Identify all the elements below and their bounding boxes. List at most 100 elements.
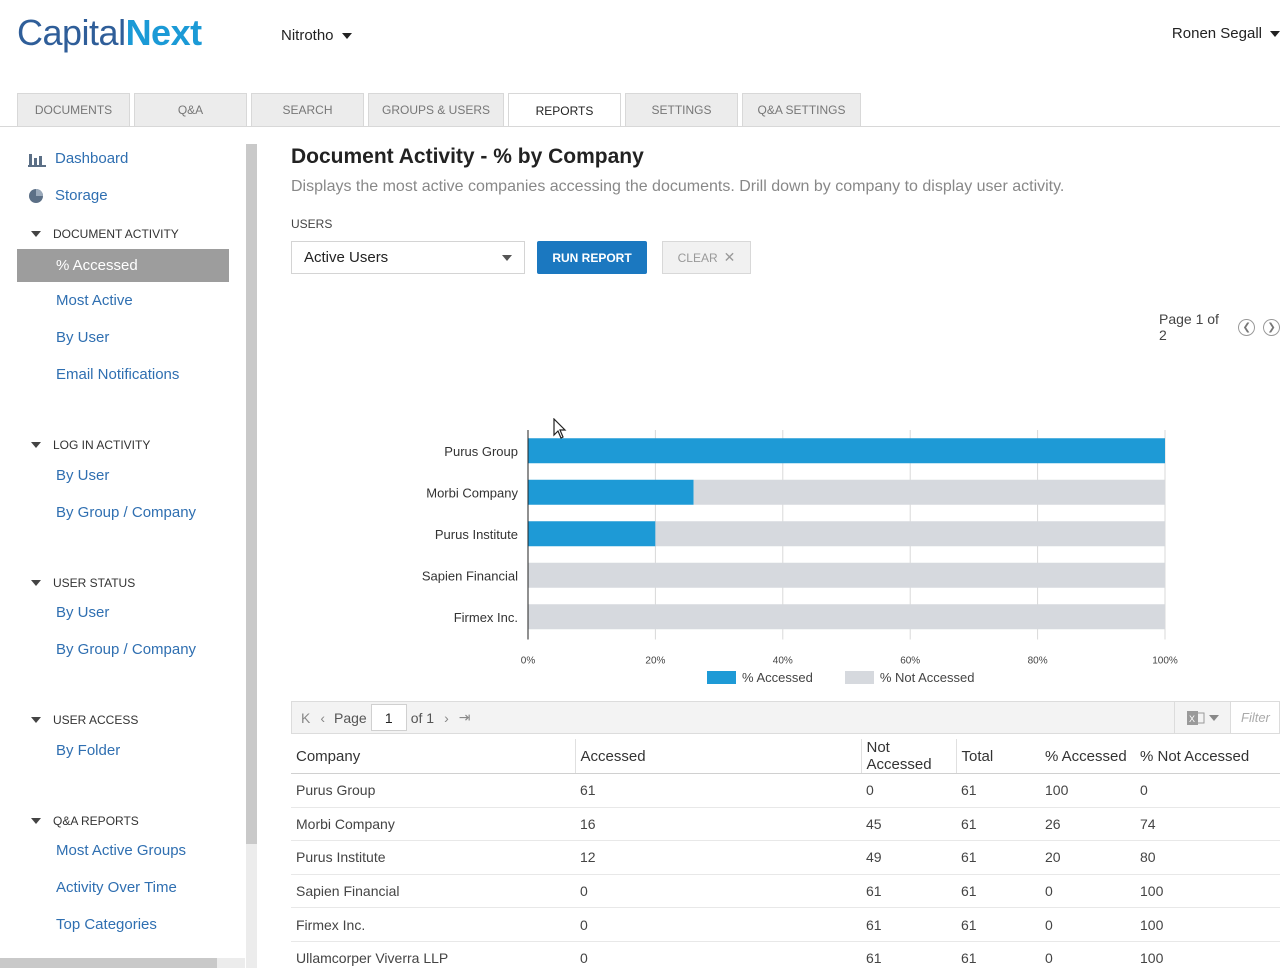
logo-text-capital: Capital — [17, 12, 126, 53]
sidebar-item-email-notifications[interactable]: Email Notifications — [56, 366, 179, 383]
run-report-button[interactable]: RUN REPORT — [537, 241, 647, 274]
table-cell: 61 — [956, 807, 1040, 842]
bar-accessed — [528, 521, 656, 547]
column-header-total[interactable]: Total — [955, 739, 1040, 774]
sidebar-item-top-categories[interactable]: Top Categories — [56, 916, 157, 933]
user-name: Ronen Segall — [1171, 25, 1262, 42]
chevron-down-icon — [1270, 30, 1280, 37]
table-row[interactable]: Purus Group 61 0 61 100 0 — [291, 773, 1280, 808]
column-header-accessed[interactable]: Accessed — [574, 739, 861, 774]
capitalnext-logo[interactable]: CapitalNext — [17, 12, 202, 54]
section-user-status[interactable]: USER STATUS — [31, 576, 135, 590]
section-label: DOCUMENT ACTIVITY — [53, 227, 179, 241]
sidebar-item-most-active-groups[interactable]: Most Active Groups — [56, 842, 186, 859]
tab-groups-users[interactable]: GROUPS & USERS — [368, 93, 504, 126]
table-cell: 100 — [1135, 907, 1280, 942]
tab-search[interactable]: SEARCH — [251, 93, 364, 126]
prev-page-icon[interactable]: ‹ — [320, 710, 325, 726]
section-label: USER ACCESS — [53, 713, 139, 727]
table-row[interactable]: Morbi Company 16 45 61 26 74 — [291, 807, 1280, 842]
user-menu[interactable]: Ronen Segall — [1172, 25, 1280, 42]
first-page-icon[interactable]: K — [301, 710, 310, 726]
scrollbar-thumb[interactable] — [246, 144, 257, 844]
sidebar-item-percent-accessed[interactable]: % Accessed — [17, 249, 229, 282]
table-cell: 61 — [861, 874, 956, 909]
table-cell: 20 — [1040, 840, 1135, 875]
sidebar-item-status-by-user[interactable]: By User — [56, 604, 109, 621]
section-label: LOG IN ACTIVITY — [53, 438, 151, 452]
table-cell: 0 — [575, 874, 861, 909]
sidebar-horizontal-scrollbar[interactable] — [0, 958, 245, 968]
filter-input[interactable]: Filter — [1230, 701, 1280, 734]
users-select[interactable]: Active Users — [291, 241, 525, 274]
column-header-percent-accessed[interactable]: % Accessed — [1040, 739, 1135, 774]
column-header-percent-not-accessed[interactable]: % Not Accessed — [1135, 739, 1280, 774]
table-cell: 61 — [956, 874, 1040, 909]
legend-label: % Not Accessed — [879, 670, 975, 685]
section-user-access[interactable]: USER ACCESS — [31, 713, 138, 727]
table-cell: 0 — [1040, 907, 1135, 942]
sidebar-item-status-by-group[interactable]: By Group / Company — [56, 641, 196, 658]
tab-settings[interactable]: SETTINGS — [625, 93, 738, 126]
table-row[interactable]: Sapien Financial 0 61 61 0 100 — [291, 874, 1280, 909]
svg-text:X: X — [1189, 714, 1195, 724]
last-page-icon[interactable]: ⇥ — [459, 709, 471, 726]
excel-icon: X — [1186, 710, 1204, 725]
next-page-icon[interactable]: › — [444, 710, 449, 726]
column-header-not-accessed[interactable]: Not Accessed — [860, 739, 956, 774]
legend-swatch-accessed — [707, 671, 736, 684]
grid-toolbar: K ‹ Page 1 of 1 › ⇥ X Filter — [291, 701, 1280, 734]
sidebar-item-dashboard[interactable]: Dashboard — [28, 150, 128, 167]
tab-qa[interactable]: Q&A — [134, 93, 247, 126]
sidebar-vertical-scrollbar[interactable] — [246, 144, 257, 968]
sidebar-item-doc-by-user[interactable]: By User — [56, 329, 109, 346]
table-cell: 74 — [1135, 807, 1280, 842]
page-label: Page — [334, 709, 367, 726]
table-cell: 49 — [861, 840, 956, 875]
sidebar-item-login-by-group[interactable]: By Group / Company — [56, 504, 196, 521]
page-number-input[interactable]: 1 — [370, 704, 407, 731]
legend-swatch-not-accessed — [844, 671, 874, 684]
section-document-activity[interactable]: DOCUMENT ACTIVITY — [31, 227, 179, 241]
section-login-activity[interactable]: LOG IN ACTIVITY — [31, 438, 150, 452]
table-row[interactable]: Firmex Inc. 0 61 61 0 100 — [291, 907, 1280, 942]
prev-page-icon[interactable]: ❮ — [1238, 318, 1256, 336]
table-cell: Purus Group — [291, 773, 575, 808]
category-label: Purus Group — [444, 444, 518, 459]
legend-item-not-accessed[interactable]: % Not Accessed — [844, 670, 975, 685]
tab-documents[interactable]: DOCUMENTS — [17, 93, 130, 126]
report-table: Company Accessed Not Accessed Total % Ac… — [291, 739, 1280, 968]
bar-accessed — [528, 438, 1165, 464]
scrollbar-thumb[interactable] — [0, 958, 217, 968]
tab-reports[interactable]: REPORTS — [508, 93, 621, 127]
section-qa-reports[interactable]: Q&A REPORTS — [31, 814, 139, 828]
export-excel-button[interactable]: X — [1174, 701, 1230, 734]
legend-item-accessed[interactable]: % Accessed — [707, 670, 813, 685]
x-tick-label: 40% — [773, 656, 793, 666]
table-cell: 61 — [956, 773, 1040, 808]
x-tick-label: 80% — [1028, 656, 1048, 666]
table-cell: 61 — [861, 907, 956, 942]
tab-qa-settings[interactable]: Q&A SETTINGS — [742, 93, 861, 126]
category-label: Morbi Company — [426, 485, 518, 500]
chart-pager: Page 1 of 2 ❮ ❯ — [1159, 311, 1280, 343]
x-tick-label: 0% — [521, 656, 536, 666]
workspace-selector[interactable]: Nitrotho — [281, 27, 352, 44]
next-page-icon[interactable]: ❯ — [1263, 318, 1280, 336]
sidebar-item-login-by-user[interactable]: By User — [56, 467, 109, 484]
sidebar-item-label: Storage — [55, 187, 108, 204]
table-cell: 45 — [861, 807, 956, 842]
table-cell: 61 — [861, 941, 956, 968]
sidebar-item-most-active[interactable]: Most Active — [56, 292, 133, 309]
table-cell: 0 — [1040, 941, 1135, 968]
sidebar-item-activity-over-time[interactable]: Activity Over Time — [56, 879, 177, 896]
sidebar-item-storage[interactable]: Storage — [28, 187, 108, 204]
table-row[interactable]: Ullamcorper Viverra LLP 0 61 61 0 100 — [291, 941, 1280, 968]
clear-button[interactable]: CLEAR ✕ — [662, 241, 751, 274]
table-row[interactable]: Purus Institute 12 49 61 20 80 — [291, 840, 1280, 875]
column-header-company[interactable]: Company — [291, 739, 575, 774]
sidebar-item-by-folder[interactable]: By Folder — [56, 742, 120, 759]
table-cell: 61 — [956, 840, 1040, 875]
x-tick-label: 60% — [900, 656, 920, 666]
legend-label: % Accessed — [742, 670, 813, 685]
